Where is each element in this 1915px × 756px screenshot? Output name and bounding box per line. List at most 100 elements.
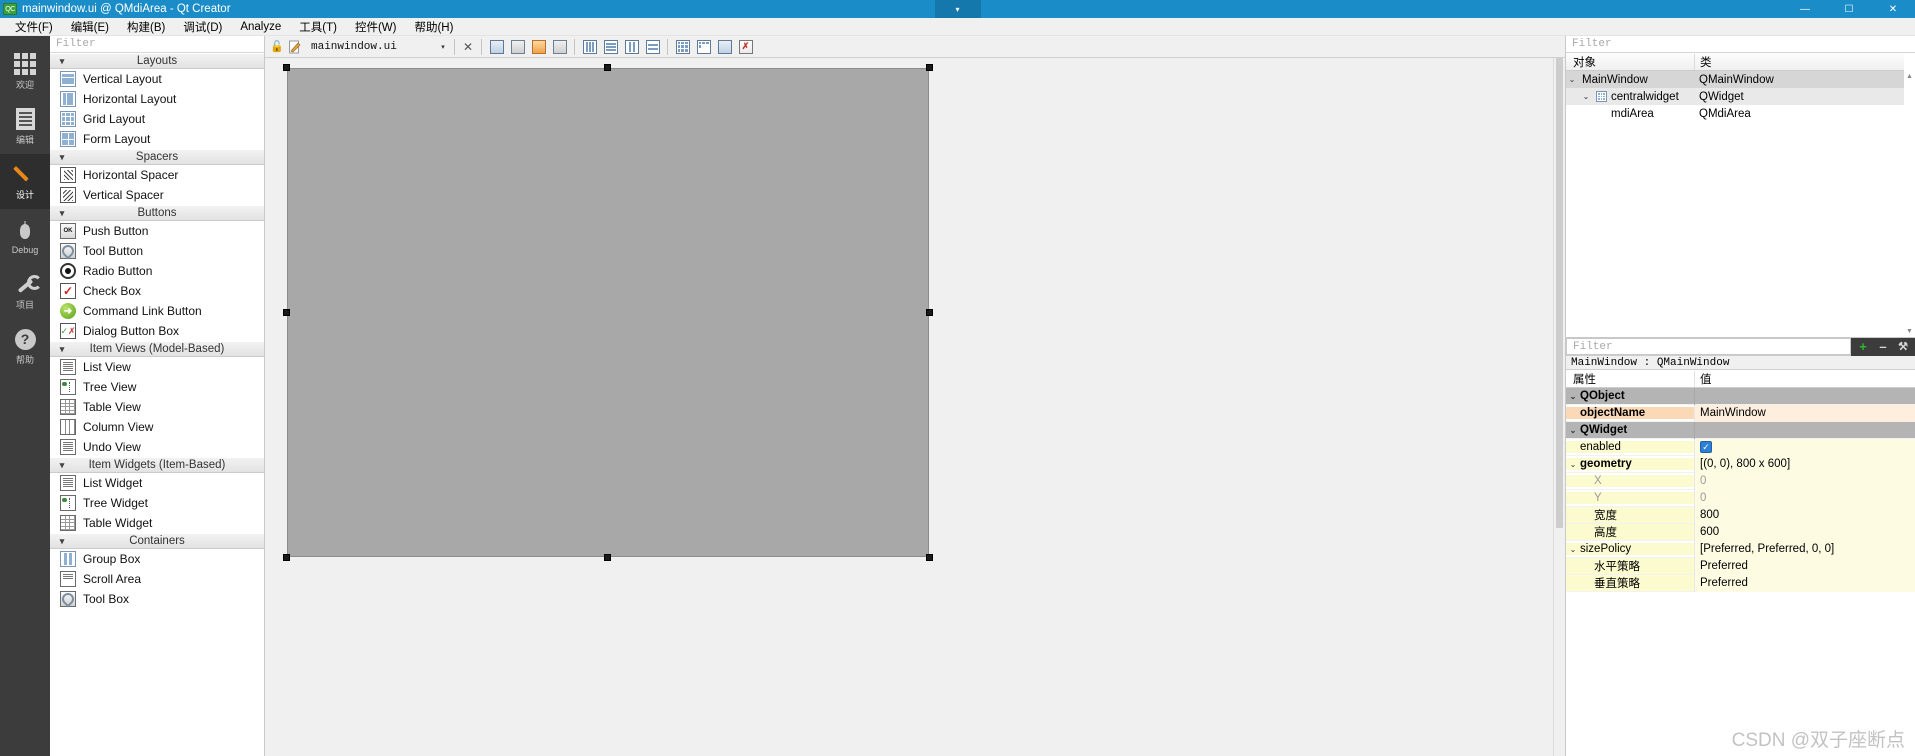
close-button[interactable]: ✕ — [1871, 0, 1915, 18]
menu-tools[interactable]: 工具(T) — [290, 17, 346, 37]
mode-projects[interactable]: 项目 — [0, 264, 50, 319]
widget-category-layouts[interactable]: ▾ Layouts — [50, 53, 264, 69]
resize-handle-bottom-center[interactable] — [604, 554, 611, 561]
mode-edit[interactable]: 编辑 — [0, 99, 50, 154]
property-row-geometry[interactable]: ⌄ geometry [(0, 0), 800 x 600] — [1566, 455, 1915, 473]
object-tree-scrollbar[interactable]: ▲ ▼ — [1904, 53, 1915, 337]
widget-item-horizontal-layout[interactable]: Horizontal Layout — [50, 89, 264, 109]
property-row-horizontal-policy[interactable]: 水平策略 Preferred — [1566, 557, 1915, 575]
maximize-button[interactable]: ☐ — [1827, 0, 1871, 18]
close-document-button[interactable]: ✕ — [460, 39, 476, 55]
lock-open-icon[interactable]: 🔓 — [269, 39, 285, 55]
resize-handle-top-left[interactable] — [283, 64, 290, 71]
selected-form-widget[interactable] — [283, 64, 933, 561]
chevron-down-icon[interactable]: ⌄ — [1566, 426, 1580, 435]
remove-property-button[interactable]: – — [1873, 338, 1893, 356]
resize-handle-right[interactable] — [926, 309, 933, 316]
object-tree-filter-input[interactable]: Filter — [1566, 36, 1915, 53]
resize-handle-top-right[interactable] — [926, 64, 933, 71]
adjust-size-button[interactable] — [716, 38, 733, 55]
chevron-down-icon[interactable]: ⌄ — [1580, 92, 1592, 101]
property-value[interactable]: MainWindow — [1694, 404, 1915, 422]
chevron-down-icon[interactable]: ⌄ — [1566, 75, 1578, 84]
minimize-button[interactable]: — — [1783, 0, 1827, 18]
widget-item-table-widget[interactable]: Table Widget — [50, 513, 264, 533]
object-tree-row-mdiarea[interactable]: mdiArea QMdiArea — [1566, 105, 1915, 122]
widget-item-scroll-area[interactable]: Scroll Area — [50, 569, 264, 589]
widget-item-vertical-layout[interactable]: Vertical Layout — [50, 69, 264, 89]
widget-item-list-widget[interactable]: List Widget — [50, 473, 264, 493]
widget-item-group-box[interactable]: Group Box — [50, 549, 264, 569]
chevron-down-icon[interactable]: ⌄ — [1566, 545, 1580, 554]
menu-help[interactable]: 帮助(H) — [405, 17, 462, 37]
break-layout-button[interactable]: ✗ — [737, 38, 754, 55]
widget-item-vertical-spacer[interactable]: Vertical Spacer — [50, 185, 264, 205]
menu-edit[interactable]: 编辑(E) — [62, 17, 118, 37]
widget-item-push-button[interactable]: OK Push Button — [50, 221, 264, 241]
property-row-enabled[interactable]: enabled ✓ — [1566, 438, 1915, 456]
resize-handle-top-center[interactable] — [604, 64, 611, 71]
enabled-checkbox[interactable]: ✓ — [1700, 441, 1712, 453]
add-property-button[interactable]: + — [1853, 338, 1873, 356]
property-value[interactable]: 600 — [1694, 523, 1915, 541]
edit-widgets-button[interactable] — [488, 38, 505, 55]
scrollbar-thumb[interactable] — [1556, 58, 1563, 528]
mode-help[interactable]: ? 帮助 — [0, 319, 50, 374]
object-tree-row-centralwidget[interactable]: ⌄ centralwidget QWidget — [1566, 88, 1915, 105]
widget-item-undo-view[interactable]: Undo View — [50, 437, 264, 457]
widget-item-dialog-button-box[interactable]: ✓ ✗ Dialog Button Box — [50, 321, 264, 341]
property-row-geometry-height[interactable]: 高度 600 — [1566, 523, 1915, 541]
form-canvas[interactable] — [265, 58, 1565, 756]
property-value[interactable]: 0 — [1694, 472, 1915, 490]
menu-widgets[interactable]: 控件(W) — [346, 17, 406, 37]
object-tree-row-mainwindow[interactable]: ⌄ MainWindow QMainWindow — [1566, 71, 1915, 88]
widget-item-column-view[interactable]: Column View — [50, 417, 264, 437]
menu-analyze[interactable]: Analyze — [231, 19, 290, 35]
edit-tab-order-button[interactable] — [551, 38, 568, 55]
menu-debug[interactable]: 调试(D) — [174, 17, 231, 37]
chevron-down-icon[interactable]: ⌄ — [1566, 460, 1580, 469]
widget-item-radio-button[interactable]: Radio Button — [50, 261, 264, 281]
menu-build[interactable]: 构建(B) — [118, 17, 174, 37]
layout-in-form-button[interactable] — [695, 38, 712, 55]
property-group-qwidget[interactable]: ⌄ QWidget — [1566, 421, 1915, 439]
resize-handle-left[interactable] — [283, 309, 290, 316]
menu-file[interactable]: 文件(F) — [6, 17, 62, 37]
scroll-down-arrow-icon[interactable]: ▼ — [1904, 326, 1915, 337]
widget-item-list-view[interactable]: List View — [50, 357, 264, 377]
property-row-geometry-width[interactable]: 宽度 800 — [1566, 506, 1915, 524]
property-value[interactable]: Preferred — [1694, 574, 1915, 592]
property-value[interactable]: [(0, 0), 800 x 600] — [1694, 455, 1915, 473]
widget-category-item-widgets[interactable]: ▾ Item Widgets (Item-Based) — [50, 457, 264, 473]
configure-property-button[interactable]: ⚒ — [1893, 338, 1913, 356]
canvas-vertical-scrollbar[interactable] — [1553, 58, 1565, 756]
widget-category-item-views[interactable]: ▾ Item Views (Model-Based) — [50, 341, 264, 357]
property-value[interactable]: 0 — [1694, 489, 1915, 507]
property-row-geometry-x[interactable]: X 0 — [1566, 472, 1915, 490]
layout-horizontally-button[interactable] — [581, 38, 598, 55]
property-group-qobject[interactable]: ⌄ QObject — [1566, 388, 1915, 405]
property-value[interactable]: Preferred — [1694, 557, 1915, 575]
widget-item-tree-view[interactable]: Tree View — [50, 377, 264, 397]
property-row-objectname[interactable]: objectName MainWindow — [1566, 404, 1915, 422]
widget-item-check-box[interactable]: ✓ Check Box — [50, 281, 264, 301]
chevron-down-icon[interactable]: ⌄ — [1566, 392, 1580, 401]
widget-item-horizontal-spacer[interactable]: Horizontal Spacer — [50, 165, 264, 185]
property-value[interactable]: 800 — [1694, 506, 1915, 524]
widget-category-containers[interactable]: ▾ Containers — [50, 533, 264, 549]
property-row-sizepolicy[interactable]: ⌄ sizePolicy [Preferred, Preferred, 0, 0] — [1566, 540, 1915, 558]
layout-splitter-horizontal-button[interactable] — [623, 38, 640, 55]
title-dropdown-button[interactable]: ▾ — [934, 0, 981, 18]
widget-item-tree-widget[interactable]: Tree Widget — [50, 493, 264, 513]
widget-category-buttons[interactable]: ▾ Buttons — [50, 205, 264, 221]
layout-in-grid-button[interactable] — [674, 38, 691, 55]
widget-item-table-view[interactable]: Table View — [50, 397, 264, 417]
mode-design[interactable]: 设计 — [0, 154, 50, 209]
mainwindow-central-area[interactable] — [287, 68, 929, 557]
layout-vertically-button[interactable] — [602, 38, 619, 55]
layout-splitter-vertical-button[interactable] — [644, 38, 661, 55]
property-value[interactable]: [Preferred, Preferred, 0, 0] — [1694, 540, 1915, 558]
widget-item-tool-button[interactable]: Tool Button — [50, 241, 264, 261]
resize-handle-bottom-left[interactable] — [283, 554, 290, 561]
mode-debug[interactable]: Debug — [0, 209, 50, 264]
